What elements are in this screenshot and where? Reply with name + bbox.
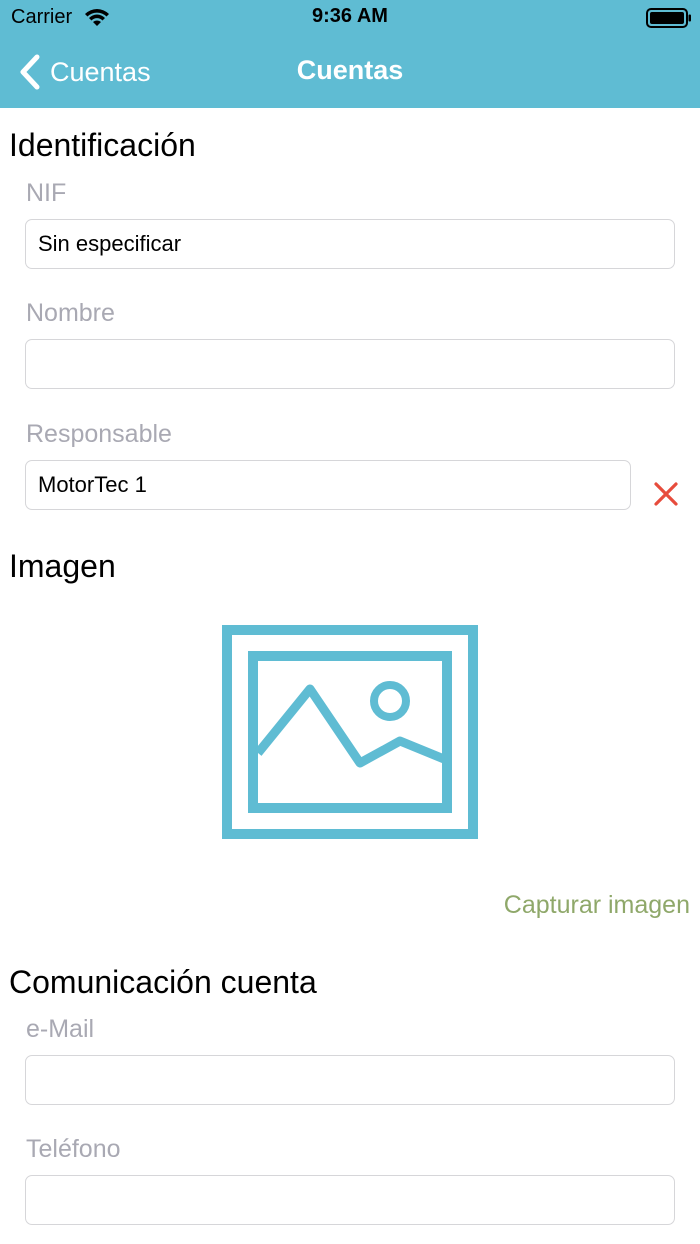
- image-icon[interactable]: [222, 625, 478, 839]
- nombre-field[interactable]: [25, 339, 675, 389]
- email-label: e-Mail: [26, 1015, 95, 1043]
- telefono-label: Teléfono: [26, 1135, 121, 1163]
- nombre-label: Nombre: [26, 299, 115, 327]
- section-title-comunicacion: Comunicación cuenta: [9, 964, 317, 1000]
- account-form-screen: Carrier 9:36 AM Cuentas Cuentas Identifi…: [0, 0, 700, 1244]
- page-title: Cuentas: [296, 55, 404, 85]
- section-title-identificacion: Identificación: [9, 127, 196, 163]
- clear-icon[interactable]: [652, 480, 680, 508]
- section-title-imagen: Imagen: [9, 548, 116, 584]
- header: Carrier 9:36 AM Cuentas Cuentas: [0, 0, 700, 108]
- nif-field[interactable]: Sin especificar: [25, 219, 675, 269]
- telefono-field[interactable]: [25, 1175, 675, 1225]
- capture-image-link[interactable]: Capturar imagen: [504, 891, 690, 920]
- email-field[interactable]: [25, 1055, 675, 1105]
- responsable-label: Responsable: [26, 420, 172, 448]
- nif-label: NIF: [26, 179, 67, 207]
- battery-icon: [646, 8, 691, 28]
- navigation-bar: Cuentas Cuentas: [0, 36, 700, 108]
- status-bar: Carrier 9:36 AM: [0, 0, 700, 36]
- responsable-field[interactable]: MotorTec 1: [25, 460, 631, 510]
- clock: 9:36 AM: [312, 5, 388, 27]
